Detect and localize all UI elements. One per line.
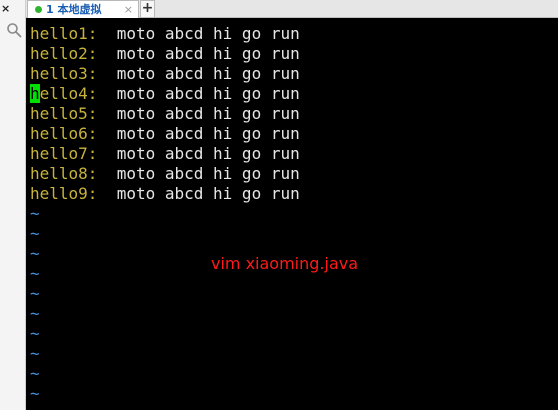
terminal-area[interactable]: vim xiaoming.java hello1: moto abcd hi g… xyxy=(26,18,558,410)
ssh-client-window: × 1 本地虚拟 × + vim xiaoming.java hello1: m… xyxy=(0,0,558,410)
line-content: moto abcd hi go run xyxy=(116,84,300,103)
terminal-line: hello4: moto abcd hi go run xyxy=(30,84,300,104)
line-prefix-rest: ello4: xyxy=(39,84,98,103)
line-content: moto abcd hi go run xyxy=(116,184,300,203)
terminal-line: hello5: moto abcd hi go run xyxy=(30,104,300,124)
line-prefix: hello4: xyxy=(30,84,97,103)
new-tab-button[interactable]: + xyxy=(140,0,155,17)
tab-bar: 1 本地虚拟 × + xyxy=(26,0,558,18)
line-content: moto abcd hi go run xyxy=(116,64,300,83)
empty-line-tilde: ~ xyxy=(30,244,40,263)
empty-line-tilde: ~ xyxy=(30,324,40,343)
close-icon: × xyxy=(1,2,11,15)
line-prefix: hello9: xyxy=(30,184,98,203)
line-content: moto abcd hi go run xyxy=(116,124,300,143)
terminal-line: hello8: moto abcd hi go run xyxy=(30,164,300,184)
terminal-line: hello1: moto abcd hi go run xyxy=(30,24,300,44)
line-prefix: hello7: xyxy=(30,144,98,163)
empty-line-tilde: ~ xyxy=(30,344,40,363)
session-sidebar: × xyxy=(0,0,26,410)
terminal-line: hello6: moto abcd hi go run xyxy=(30,124,300,144)
terminal-line: hello2: moto abcd hi go run xyxy=(30,44,300,64)
empty-line-tilde: ~ xyxy=(30,284,40,303)
empty-line-tilde: ~ xyxy=(30,304,40,323)
line-prefix: hello5: xyxy=(30,104,98,123)
tab-label: 1 本地虚拟 xyxy=(46,3,102,16)
line-prefix: hello8: xyxy=(30,164,98,183)
terminal-line: hello3: moto abcd hi go run xyxy=(30,64,300,84)
line-content: moto abcd hi go run xyxy=(116,144,300,163)
search-icon[interactable] xyxy=(6,22,22,38)
line-prefix: hello2: xyxy=(30,44,98,63)
line-content: moto abcd hi go run xyxy=(116,24,300,43)
empty-line-tilde: ~ xyxy=(30,204,40,223)
terminal-line: hello7: moto abcd hi go run xyxy=(30,144,300,164)
terminal-line: hello9: moto abcd hi go run xyxy=(30,184,300,204)
line-content: moto abcd hi go run xyxy=(116,44,300,63)
line-prefix: hello3: xyxy=(30,64,98,83)
annotation-text: vim xiaoming.java xyxy=(211,254,359,273)
tab-close-button[interactable]: × xyxy=(124,1,133,18)
tab-local-vm[interactable]: 1 本地虚拟 × xyxy=(27,0,139,18)
sidebar-close-button[interactable]: × xyxy=(1,0,10,18)
plus-icon: + xyxy=(141,0,154,16)
text-cursor: h xyxy=(30,84,40,103)
line-content: moto abcd hi go run xyxy=(116,104,300,123)
line-prefix: hello6: xyxy=(30,124,98,143)
empty-line-tilde: ~ xyxy=(30,224,40,243)
empty-line-tilde: ~ xyxy=(30,364,40,383)
connection-status-icon xyxy=(35,6,42,13)
line-prefix: hello1: xyxy=(30,24,98,43)
empty-line-tilde: ~ xyxy=(30,264,40,283)
empty-line-tilde: ~ xyxy=(30,384,40,403)
line-content: moto abcd hi go run xyxy=(116,164,300,183)
